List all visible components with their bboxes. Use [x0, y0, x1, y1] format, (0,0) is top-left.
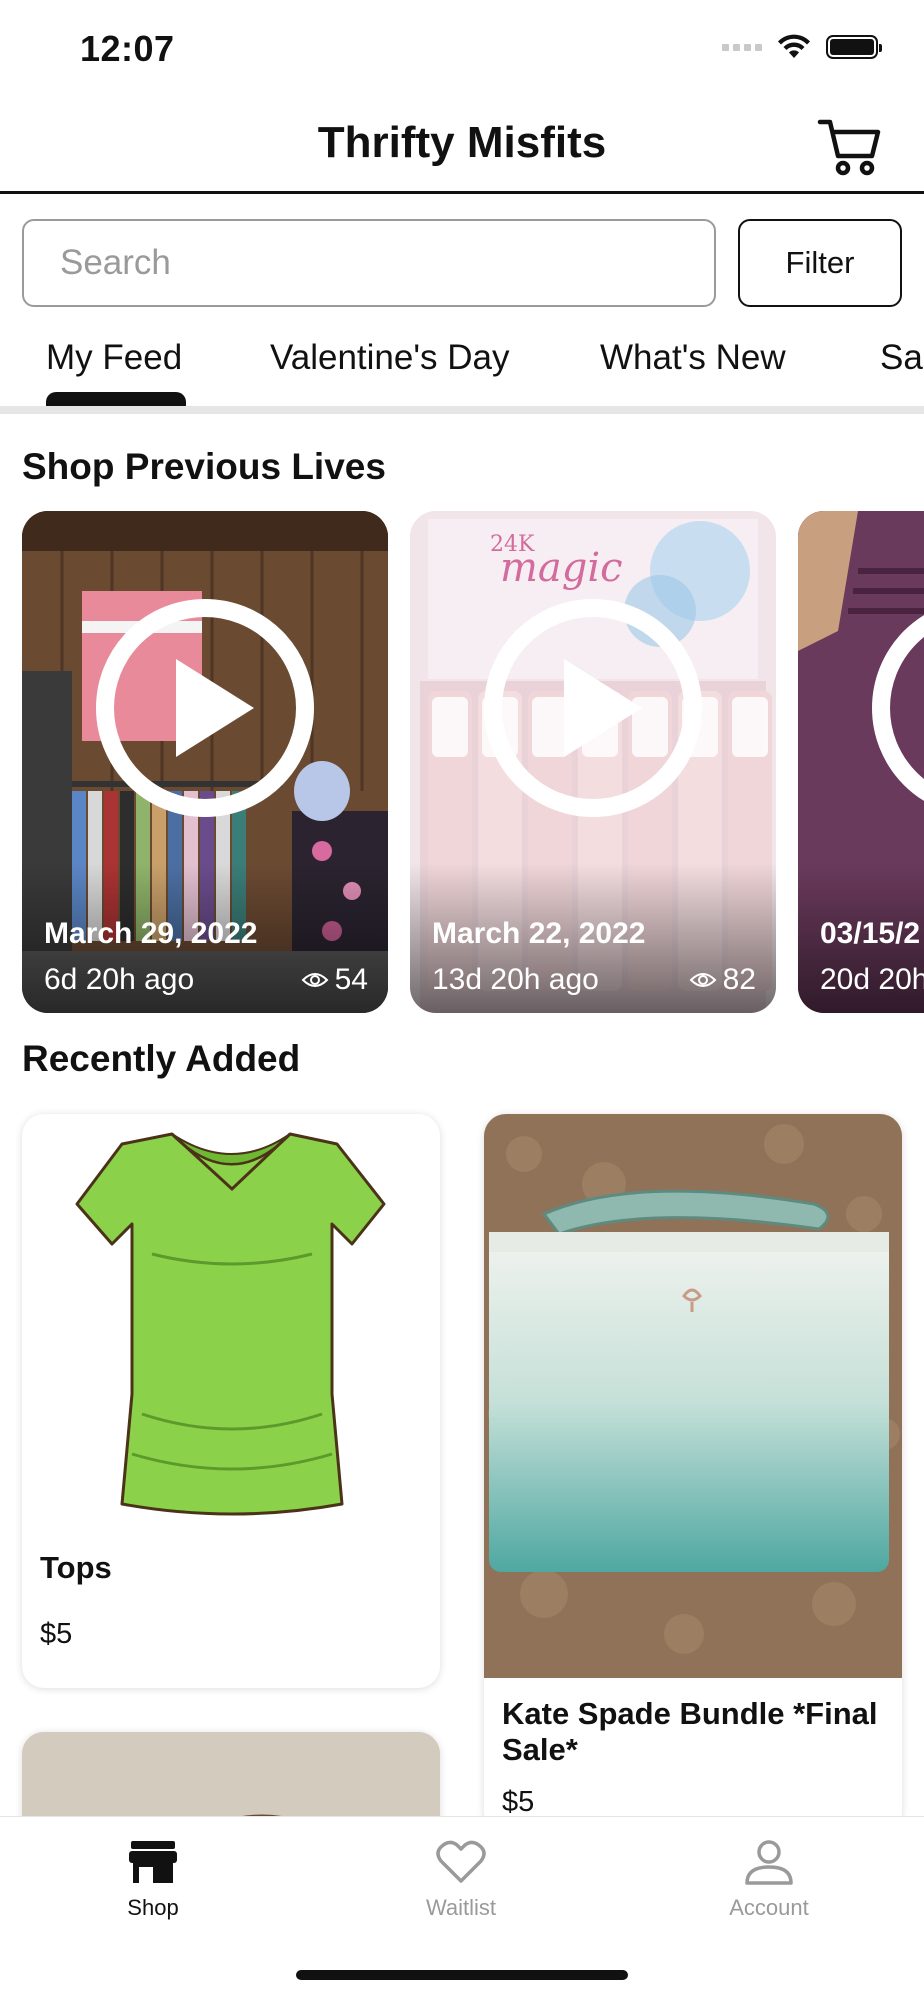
status-time: 12:07 — [80, 28, 175, 69]
status-bar: 12:07 — [0, 0, 924, 100]
store-icon — [129, 1841, 177, 1883]
live-time-ago: 13d 20h ago — [432, 963, 599, 996]
live-card[interactable]: March 29, 2022 6d 20h ago 54 — [22, 511, 388, 1013]
product-card-tops[interactable]: Tops $5 — [22, 1114, 440, 1688]
live-view-count: 82 — [722, 963, 756, 996]
heart-icon — [436, 1840, 486, 1883]
wifi-icon — [778, 34, 810, 58]
live-views: 54 — [301, 963, 368, 997]
product-image — [484, 1114, 902, 1678]
live-date: March 22, 2022 — [432, 917, 646, 950]
previous-lives-carousel[interactable]: March 29, 2022 6d 20h ago 54 magic 24K M… — [0, 511, 924, 1013]
section-title-recently-added: Recently Added — [22, 1038, 301, 1079]
signal-icon — [722, 43, 762, 51]
cart-icon — [817, 119, 881, 176]
live-date: 03/15/2 — [820, 917, 921, 950]
tab-bar-account[interactable]: Account — [679, 1839, 859, 1921]
product-price: $5 — [502, 1786, 535, 1818]
person-icon — [745, 1840, 793, 1885]
search-input[interactable] — [22, 219, 716, 307]
tab-valentines-day[interactable]: Valentine's Day — [270, 338, 510, 378]
header: Thrifty Misfits — [0, 100, 924, 194]
live-card[interactable]: 03/15/2 20d 20h — [798, 511, 924, 1013]
product-price: $5 — [40, 1618, 73, 1650]
tab-my-feed[interactable]: My Feed — [46, 338, 182, 378]
tab-sale[interactable]: Sal — [880, 338, 924, 378]
home-indicator — [296, 1970, 628, 1980]
live-time-ago: 20d 20h — [820, 963, 924, 996]
section-title-previous-lives: Shop Previous Lives — [22, 446, 386, 487]
tab-bar-label: Shop — [127, 1895, 179, 1920]
live-card[interactable]: magic 24K March 22, 2022 13d 20h ago 82 — [410, 511, 776, 1013]
battery-icon — [826, 35, 882, 59]
svg-text:24K: 24K — [490, 532, 535, 557]
eye-icon — [689, 973, 717, 987]
tab-bar-shop[interactable]: Shop — [63, 1839, 243, 1921]
page-title: Thrifty Misfits — [317, 118, 607, 167]
play-icon[interactable] — [482, 597, 704, 819]
tab-bar-waitlist[interactable]: Waitlist — [371, 1839, 551, 1921]
cart-button[interactable] — [816, 116, 884, 178]
tab-bar-label: Account — [729, 1895, 809, 1920]
product-name: Kate Spade Bundle *Final Sale* — [502, 1696, 878, 1767]
play-icon[interactable] — [870, 597, 924, 819]
live-views: 82 — [689, 963, 756, 997]
category-tabs: My Feed Valentine's Day What's New Sal — [0, 326, 924, 414]
live-date: March 29, 2022 — [44, 917, 258, 950]
product-card-kate-spade[interactable]: Kate Spade Bundle *Final Sale* $5 — [484, 1114, 902, 1834]
product-name: Tops — [40, 1550, 112, 1585]
status-icons — [722, 34, 882, 60]
product-image — [75, 1132, 386, 1516]
filter-button[interactable]: Filter — [738, 219, 902, 307]
eye-icon — [301, 973, 329, 987]
tab-whats-new[interactable]: What's New — [600, 338, 786, 378]
tab-indicator — [46, 392, 186, 406]
live-time-ago: 6d 20h ago — [44, 963, 195, 996]
tab-bar-label: Waitlist — [425, 1895, 497, 1920]
play-icon[interactable] — [94, 597, 316, 819]
live-view-count: 54 — [334, 963, 368, 996]
